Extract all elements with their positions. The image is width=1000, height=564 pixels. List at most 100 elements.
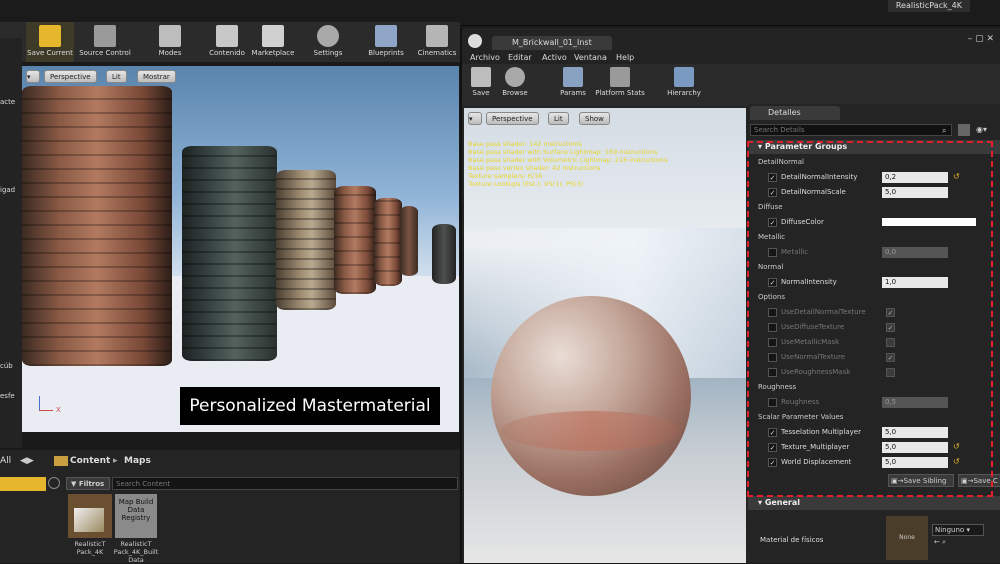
value-checkbox[interactable]: ✓: [886, 323, 895, 332]
group-scalar-parameters[interactable]: Scalar Parameter Values: [748, 410, 1000, 425]
reset-icon[interactable]: ↺: [953, 457, 960, 466]
project-tab[interactable]: RealisticPack_4K: [887, 0, 970, 12]
param-checkbox[interactable]: ✓: [768, 458, 777, 467]
brick-cylinder: [182, 146, 277, 361]
param-value-input[interactable]: 0,2: [882, 172, 948, 183]
phys-material-thumbnail[interactable]: None: [886, 516, 928, 560]
search-icon[interactable]: [48, 477, 60, 489]
value-checkbox[interactable]: ✓: [886, 308, 895, 317]
grid-view-icon[interactable]: [958, 124, 970, 136]
param-checkbox[interactable]: ✓: [768, 278, 777, 287]
gear-icon: [317, 25, 339, 47]
menu-activo[interactable]: Activo: [542, 53, 567, 62]
phys-material-dropdown[interactable]: Ninguno ▾: [932, 524, 984, 536]
save-sibling-button[interactable]: ▣→Save Sibling: [888, 474, 954, 487]
param-value-input[interactable]: 5,0: [882, 457, 948, 468]
breadcrumb-content[interactable]: Content: [70, 456, 110, 466]
source-control-button[interactable]: Source Control: [76, 22, 134, 62]
perspective-button[interactable]: Perspective: [486, 112, 539, 125]
group-options[interactable]: Options: [748, 290, 1000, 305]
material-preview-viewport[interactable]: ▾ Perspective Lit Show Base pass shader:…: [464, 108, 746, 563]
browse-button[interactable]: Browse: [498, 64, 532, 106]
value-checkbox[interactable]: [886, 368, 895, 377]
eye-icon[interactable]: ◉▾: [976, 125, 987, 134]
parameter-groups-header[interactable]: ▾ Parameter Groups: [748, 140, 1000, 154]
menu-help[interactable]: Help: [616, 53, 634, 62]
level-viewport[interactable]: ▾ Perspective Lit Mostrar X Personalized…: [22, 66, 459, 432]
marketplace-button[interactable]: Marketplace: [251, 22, 295, 62]
value-checkbox[interactable]: [886, 338, 895, 347]
value-checkbox[interactable]: ✓: [886, 353, 895, 362]
chevron-down-icon: ▾: [964, 526, 970, 534]
viewport-options-button[interactable]: ▾: [26, 70, 40, 83]
param-row: UseMetallicMask: [748, 335, 1000, 350]
param-checkbox[interactable]: [768, 353, 777, 362]
general-header[interactable]: ▾ General: [748, 496, 1000, 510]
blueprints-button[interactable]: Blueprints: [366, 22, 406, 62]
content-search-input[interactable]: Search Content: [112, 477, 458, 490]
details-search-input[interactable]: Search Details: [750, 124, 952, 136]
param-checkbox[interactable]: [768, 308, 777, 317]
param-value-input[interactable]: 5,0: [882, 427, 948, 438]
material-tab[interactable]: M_Brickwall_01_Inst: [492, 36, 612, 50]
settings-button[interactable]: Settings: [310, 22, 346, 62]
browse-arrow-icon[interactable]: ← ⌕: [934, 538, 946, 547]
viewport-options-button[interactable]: ▾: [468, 112, 482, 125]
menu-ventana[interactable]: Ventana: [574, 53, 607, 62]
param-checkbox[interactable]: ✓: [768, 443, 777, 452]
param-value-input[interactable]: 0,5: [882, 397, 948, 408]
content-button[interactable]: Contenido: [204, 22, 250, 62]
lit-button[interactable]: Lit: [106, 70, 127, 83]
asset-thumbnail[interactable]: Map Build Data Registry: [115, 494, 157, 538]
cinematics-button[interactable]: Cinematics: [416, 22, 458, 62]
funnel-icon: ▼: [71, 480, 79, 488]
details-tab[interactable]: Detalles: [750, 106, 840, 120]
blueprints-icon: [375, 25, 397, 47]
param-checkbox[interactable]: [768, 323, 777, 332]
breadcrumb-maps[interactable]: Maps: [124, 456, 151, 466]
save-child-button[interactable]: ▣→Save C: [958, 474, 1000, 487]
hierarchy-button[interactable]: Hierarchy: [664, 64, 704, 106]
param-checkbox[interactable]: ✓: [768, 218, 777, 227]
show-button[interactable]: Show: [579, 112, 610, 125]
param-value-input[interactable]: 1,0: [882, 277, 948, 288]
color-swatch[interactable]: [882, 218, 976, 226]
param-checkbox[interactable]: [768, 338, 777, 347]
group-metallic[interactable]: Metallic: [748, 230, 1000, 245]
param-value-input[interactable]: 0,0: [882, 247, 948, 258]
group-detailnormal[interactable]: DetailNormal: [748, 155, 1000, 170]
params-button[interactable]: Params: [558, 64, 588, 106]
save-button[interactable]: Save: [466, 64, 496, 106]
param-checkbox[interactable]: ✓: [768, 188, 777, 197]
material-preview-sphere: [491, 296, 691, 496]
all-label[interactable]: All: [0, 456, 11, 466]
param-checkbox[interactable]: [768, 398, 777, 407]
menu-editar[interactable]: Editar: [508, 53, 532, 62]
group-normal[interactable]: Normal: [748, 260, 1000, 275]
perspective-button[interactable]: Perspective: [44, 70, 97, 83]
param-checkbox[interactable]: ✓: [768, 173, 777, 182]
param-checkbox[interactable]: [768, 368, 777, 377]
modes-button[interactable]: Modes: [150, 22, 190, 62]
details-panel: Detalles Search Details ⌕ ◉▾ ▾ Parameter…: [748, 104, 1000, 563]
chevron-right-icon: ▸: [113, 456, 118, 466]
sources-search-input[interactable]: [0, 477, 46, 491]
save-current-button[interactable]: Save Current: [26, 22, 74, 62]
group-roughness[interactable]: Roughness: [748, 380, 1000, 395]
param-checkbox[interactable]: ✓: [768, 428, 777, 437]
show-button[interactable]: Mostrar: [137, 70, 176, 83]
lit-button[interactable]: Lit: [548, 112, 569, 125]
group-diffuse[interactable]: Diffuse: [748, 200, 1000, 215]
reset-icon[interactable]: ↺: [953, 172, 960, 181]
params-icon: [563, 67, 583, 87]
param-checkbox[interactable]: [768, 248, 777, 257]
reset-icon[interactable]: ↺: [953, 442, 960, 451]
menu-archivo[interactable]: Archivo: [470, 53, 500, 62]
filters-button[interactable]: ▼ Filtros: [66, 477, 110, 490]
window-controls-icon[interactable]: – ▢ ✕: [968, 34, 994, 44]
platform-stats-button[interactable]: Platform Stats: [594, 64, 646, 106]
asset-thumbnail[interactable]: [68, 494, 112, 538]
param-value-input[interactable]: 5,0: [882, 442, 948, 453]
nav-back-icon[interactable]: ◀▶: [20, 456, 34, 466]
param-value-input[interactable]: 5,0: [882, 187, 948, 198]
